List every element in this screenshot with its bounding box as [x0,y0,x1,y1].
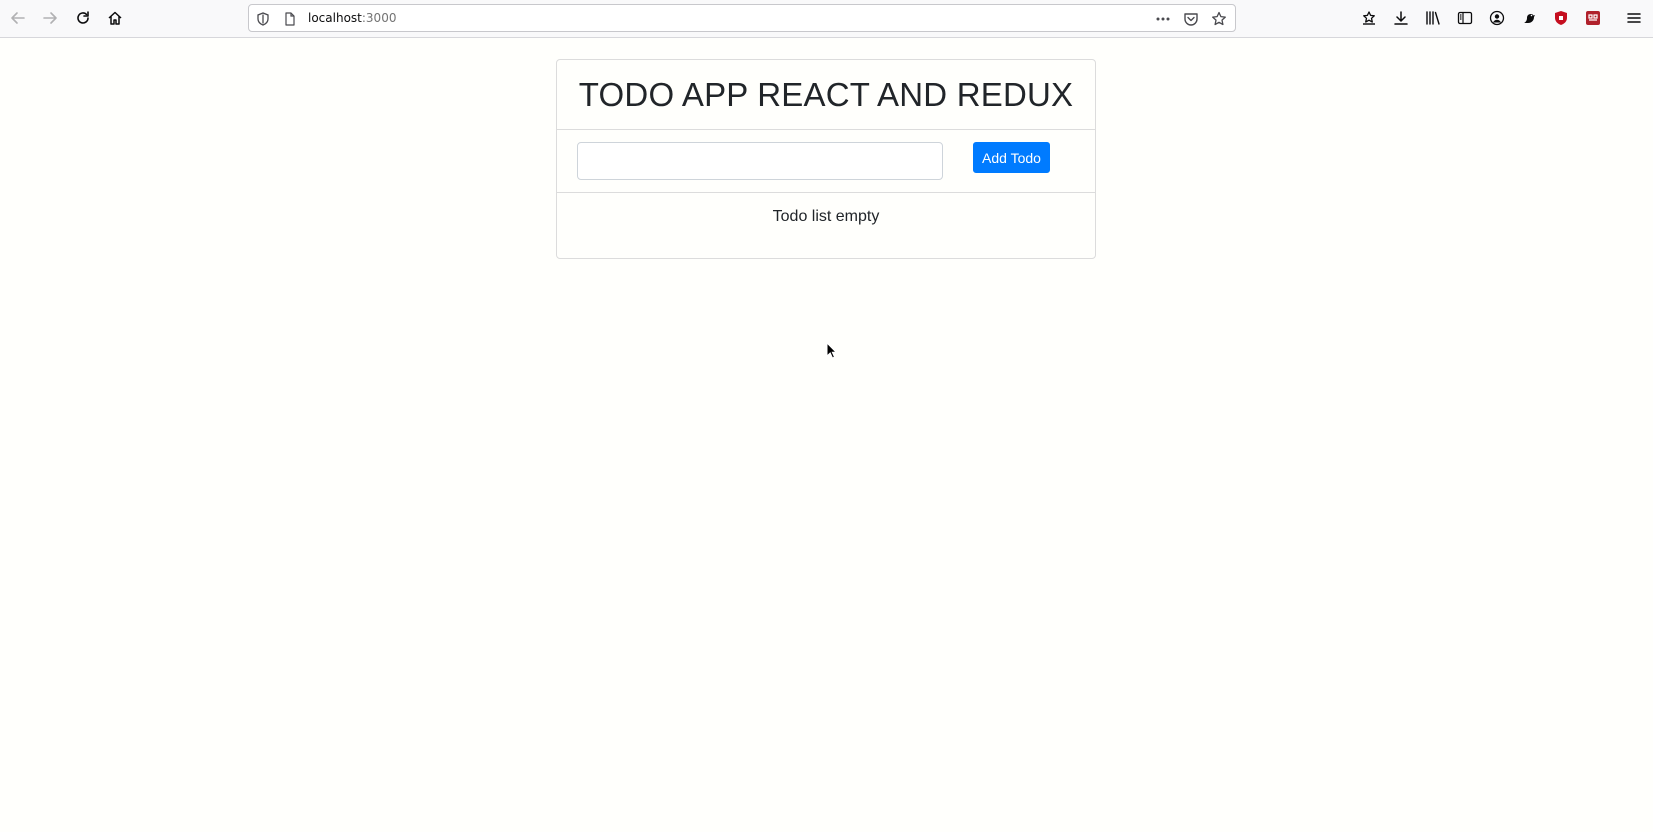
pocket-icon[interactable] [1182,10,1200,28]
url-port: :3000 [361,11,397,25]
sidebar-button[interactable] [1451,4,1479,32]
download-icon [1394,11,1408,25]
account-button[interactable] [1483,4,1511,32]
reload-icon [77,11,89,24]
forward-button[interactable] [36,4,64,32]
url-host: localhost [308,11,362,25]
empty-list-message: Todo list empty [772,208,880,225]
arrow-left-icon [11,12,25,24]
reload-button[interactable] [69,4,97,32]
download-button[interactable] [1387,4,1415,32]
bookmarks-menu-button[interactable] [1355,4,1383,32]
todo-card: TODO APP REACT AND REDUX Add Todo Todo l… [556,59,1096,259]
todo-list: Todo list empty [557,193,1095,257]
home-button[interactable] [101,4,129,32]
account-icon [1489,10,1505,26]
add-todo-button[interactable]: Add Todo [973,142,1050,173]
todo-form: Add Todo [557,130,1095,193]
sidebar-icon [1457,11,1473,25]
library-icon [1426,11,1440,25]
star-icon[interactable] [1210,10,1228,28]
hamburger-menu-button[interactable] [1620,4,1648,32]
page-icon[interactable] [281,10,299,28]
todo-input[interactable] [577,142,943,180]
hamburger-menu-icon [1627,13,1641,23]
shield-icon[interactable] [254,10,272,28]
ublock-button[interactable] [1547,4,1575,32]
url-bar[interactable]: localhost:3000 [248,4,1236,32]
card-header: TODO APP REACT AND REDUX [557,60,1095,130]
page-title: TODO APP REACT AND REDUX [578,75,1074,113]
arrow-right-icon [43,12,57,24]
back-button[interactable] [4,4,32,32]
extension-red-icon [1586,11,1600,25]
home-icon [108,11,122,25]
ublock-icon [1555,11,1567,25]
extension-button[interactable] [1515,4,1543,32]
url-text[interactable]: localhost:3000 [308,11,396,25]
mouse-cursor-icon [826,341,838,365]
extension-red-button[interactable] [1579,4,1607,32]
library-button[interactable] [1419,4,1447,32]
more-icon[interactable] [1154,10,1172,28]
browser-toolbar: localhost:3000 [0,0,1653,38]
bookmarks-menu-icon [1363,11,1375,25]
extension-icon [1524,14,1535,23]
